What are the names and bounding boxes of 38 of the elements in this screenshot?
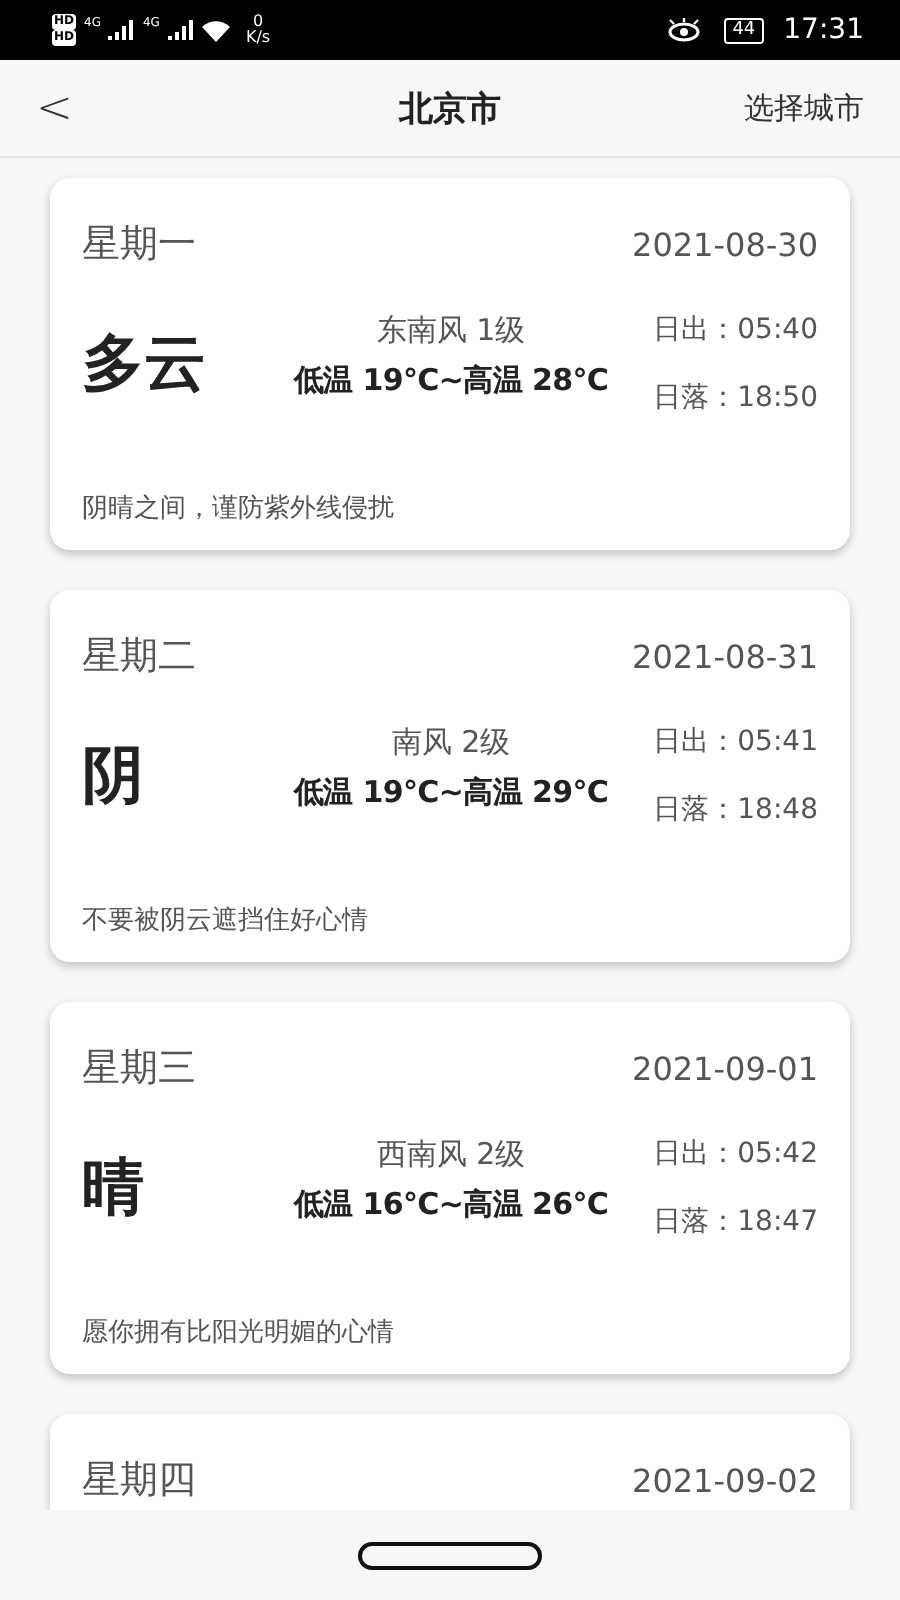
signal-icon: [108, 20, 135, 40]
weekday: 星期四: [82, 1456, 196, 1506]
date: 2021-08-30: [632, 225, 818, 263]
wind: 西南风 2级: [376, 1136, 526, 1174]
weather-condition: 多云: [82, 326, 208, 404]
weekday: 星期三: [82, 1044, 196, 1094]
signal-icon: [167, 20, 194, 40]
weekday: 星期二: [82, 632, 196, 682]
weather-tip: 不要被阴云遮挡住好心情: [82, 904, 370, 938]
date: 2021-08-31: [632, 637, 818, 675]
weather-tip: 阴晴之间，谨防紫外线侵扰: [82, 492, 396, 526]
wind: 南风 2级: [391, 724, 511, 762]
sunset-time: 日落：18:47: [653, 1204, 818, 1240]
sunset-time: 日落：18:50: [653, 380, 818, 416]
wifi-icon: [201, 19, 230, 41]
sunrise-time: 日出：05:40: [653, 312, 818, 348]
temperature-range: 低温 19℃~高温 29℃: [293, 774, 609, 812]
city-title: 北京市: [396, 87, 503, 131]
weather-condition: 阴: [82, 738, 146, 816]
weather-condition: 晴: [82, 1150, 146, 1228]
speed-unit: K/s: [245, 30, 271, 46]
wind: 东南风 1级: [376, 312, 526, 350]
sunrise-time: 日出：05:41: [653, 724, 818, 760]
sunset-time: 日落：18:48: [653, 792, 818, 828]
sunrise-time: 日出：05:42: [653, 1136, 818, 1172]
temperature-range: 低温 16℃~高温 26℃: [293, 1186, 609, 1224]
select-city-link[interactable]: 选择城市: [704, 89, 864, 127]
weather-tip: 愿你拥有比阳光明媚的心情: [82, 1316, 396, 1350]
temperature-range: 低温 19℃~高温 28℃: [293, 362, 609, 400]
home-indicator[interactable]: [358, 1541, 542, 1569]
date: 2021-09-01: [632, 1049, 818, 1087]
back-button[interactable]: <: [36, 83, 73, 133]
eye-icon: [668, 18, 701, 42]
battery-level: 44: [724, 17, 764, 43]
speed-value: 0: [252, 14, 264, 30]
weekday: 星期一: [82, 220, 196, 270]
clock: 17:31: [783, 14, 864, 46]
date: 2021-09-02: [632, 1461, 818, 1499]
